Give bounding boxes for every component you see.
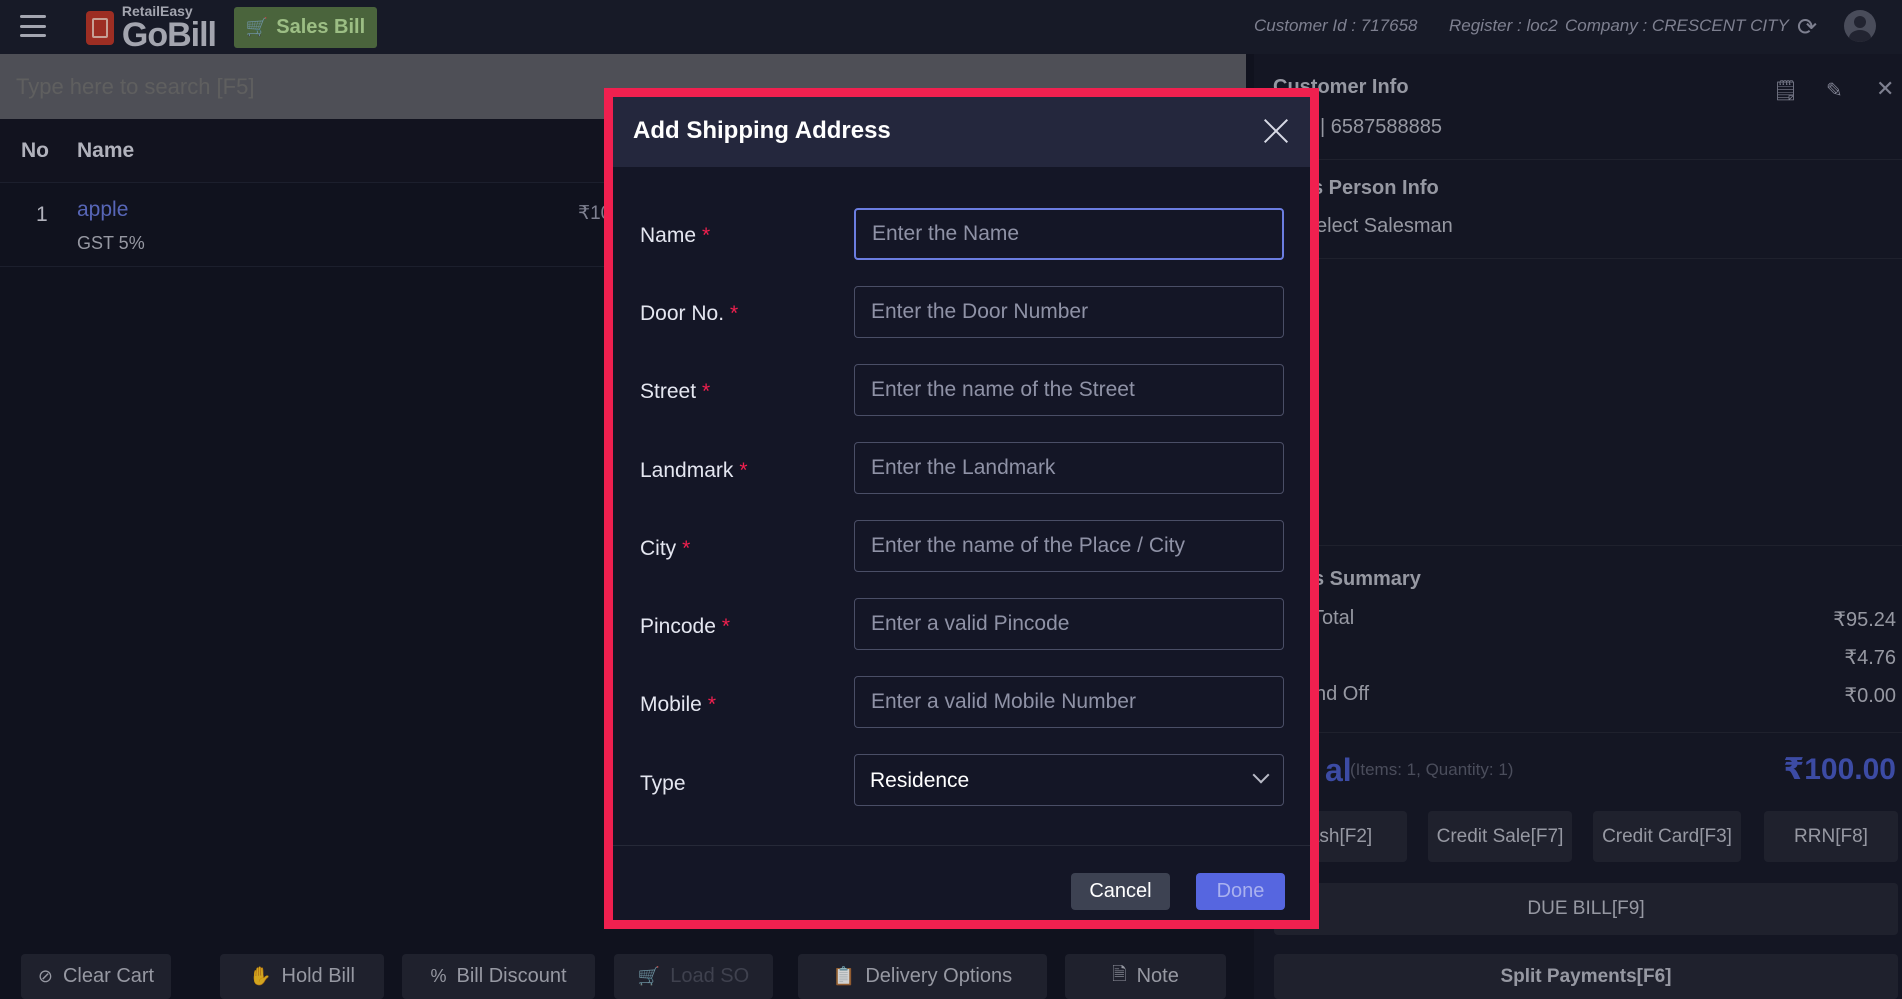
pincode-label: Pincode * — [640, 615, 731, 638]
pincode-input[interactable] — [854, 598, 1284, 650]
door-no-label: Door No. * — [640, 302, 739, 325]
landmark-label: Landmark * — [640, 459, 748, 482]
cancel-button[interactable]: Cancel — [1071, 873, 1170, 910]
door-no-input[interactable] — [854, 286, 1284, 338]
dialog-title: Add Shipping Address — [633, 117, 891, 144]
mobile-label: Mobile * — [640, 693, 717, 716]
type-select[interactable]: Residence — [854, 754, 1284, 806]
done-button[interactable]: Done — [1196, 873, 1285, 910]
street-label: Street * — [640, 380, 711, 403]
name-input[interactable] — [854, 208, 1284, 260]
street-input[interactable] — [854, 364, 1284, 416]
add-shipping-address-dialog: Add Shipping Address Name* Door No.* Str… — [604, 88, 1319, 929]
close-icon[interactable] — [1262, 117, 1290, 145]
chevron-down-icon — [1252, 766, 1270, 784]
type-selected-value: Residence — [870, 769, 970, 792]
dialog-divider — [613, 845, 1310, 846]
mobile-input[interactable] — [854, 676, 1284, 728]
city-input[interactable] — [854, 520, 1284, 572]
name-label: Name * — [640, 224, 711, 247]
type-label: Type — [640, 772, 686, 795]
dialog-header: Add Shipping Address — [613, 97, 1310, 167]
landmark-input[interactable] — [854, 442, 1284, 494]
city-label: City * — [640, 537, 691, 560]
